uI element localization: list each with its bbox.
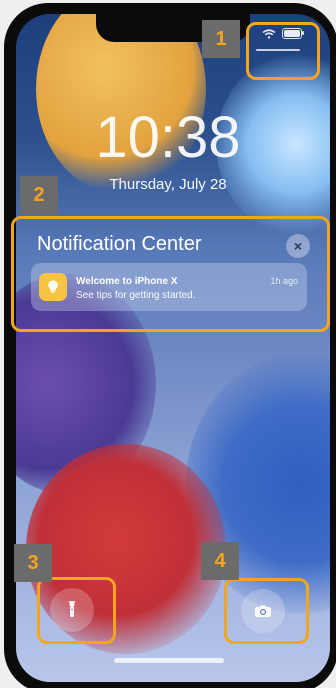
annotation-label-2: 2 — [20, 176, 58, 214]
lock-time: 10:38 — [95, 105, 241, 170]
annotation-box-1 — [246, 22, 320, 80]
annotation-label-3: 3 — [14, 544, 52, 582]
annotation-label-4: 4 — [201, 542, 239, 580]
annotation-box-4 — [224, 578, 309, 644]
annotation-box-2 — [11, 216, 330, 332]
annotation-box-3 — [37, 577, 116, 644]
home-indicator[interactable] — [114, 658, 224, 663]
annotation-label-1: 1 — [202, 20, 240, 58]
annotated-phone-screenshot: 10:38 Thursday, July 28 Notification Cen… — [0, 0, 336, 688]
